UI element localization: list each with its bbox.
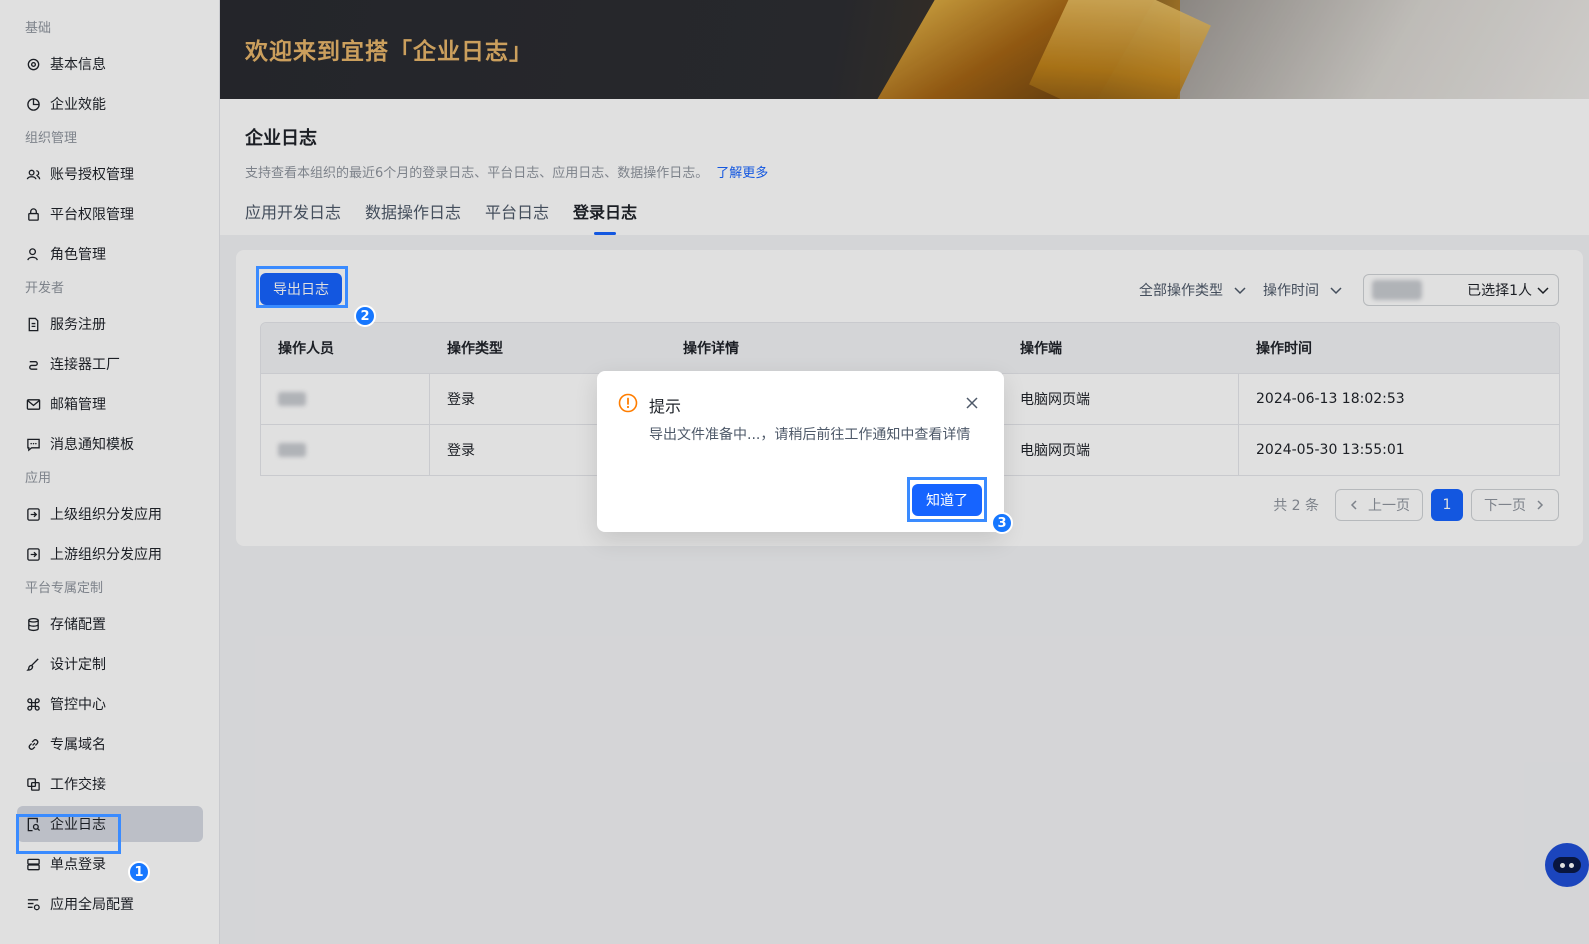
dialog-title: 提示 — [649, 397, 682, 416]
step-badge: 3 — [991, 512, 1013, 534]
close-icon[interactable] — [964, 395, 980, 411]
step-highlight-frame — [907, 477, 987, 522]
step-highlight-frame — [256, 266, 348, 308]
warning-icon — [618, 393, 638, 413]
dialog-message: 导出文件准备中...，请稍后前往工作通知中查看详情 — [649, 427, 971, 443]
step-badge: 2 — [354, 305, 376, 327]
step-highlight-frame — [16, 814, 121, 854]
step-badge: 1 — [128, 861, 150, 883]
